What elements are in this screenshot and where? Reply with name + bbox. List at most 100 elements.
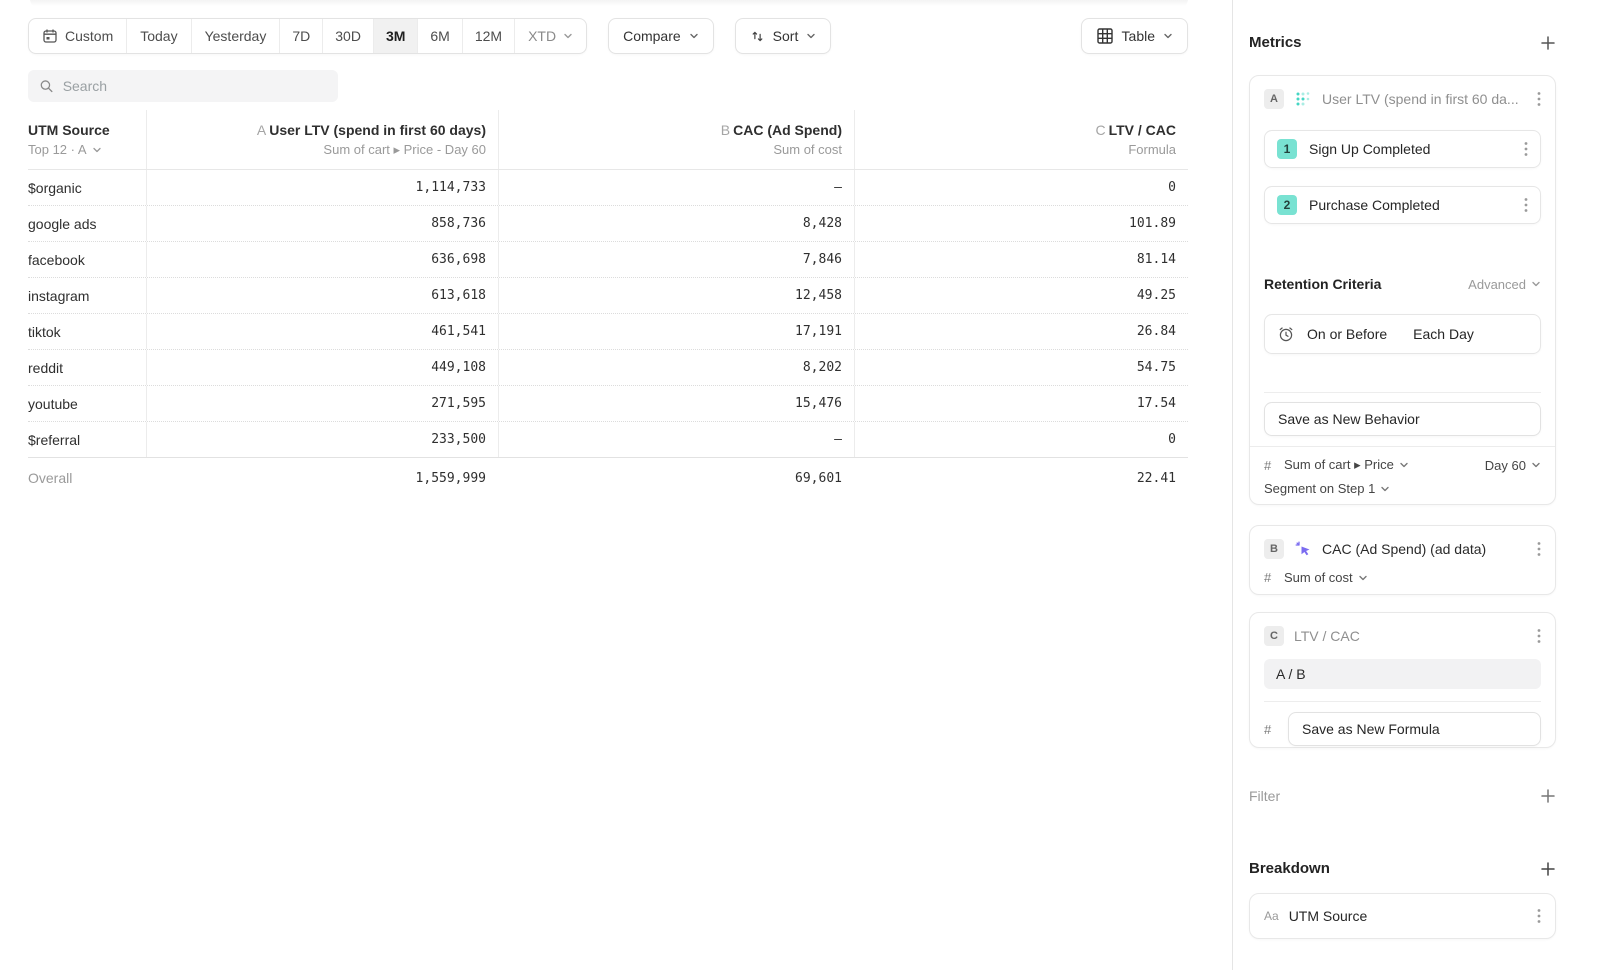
metric-letter-badge: C: [1264, 626, 1284, 646]
metrics-header: Metrics: [1249, 34, 1556, 51]
table-row[interactable]: instagram 613,618 12,458 49.25: [28, 278, 1188, 314]
table-row[interactable]: reddit 449,108 8,202 54.75: [28, 350, 1188, 386]
table-row[interactable]: $referral 233,500 – 0: [28, 422, 1188, 458]
table-grid-icon: [1096, 27, 1114, 45]
table-row[interactable]: youtube 271,595 15,476 17.54: [28, 386, 1188, 422]
text-type-icon: Aa: [1264, 909, 1279, 923]
kebab-menu-icon: [1537, 908, 1541, 924]
breakdown-table: UTM Source Top 12 · A AUser LTV (spend i…: [28, 110, 1188, 498]
number-type-icon: #: [1264, 570, 1276, 585]
search-box: [28, 70, 338, 102]
step-2-menu-button[interactable]: [1524, 197, 1528, 213]
view-type-button[interactable]: Table: [1081, 18, 1188, 54]
kebab-menu-icon: [1537, 91, 1541, 107]
range-tab-yesterday[interactable]: Yesterday: [191, 19, 280, 53]
add-breakdown-button[interactable]: [1540, 861, 1556, 877]
kebab-menu-icon: [1537, 541, 1541, 557]
number-type-icon: #: [1264, 722, 1276, 737]
retention-criteria-row: Retention Criteria Advanced: [1264, 276, 1541, 292]
table-row[interactable]: google ads 858,736 8,428 101.89: [28, 206, 1188, 242]
compare-button[interactable]: Compare: [608, 18, 714, 54]
criteria-frequency-dropdown[interactable]: Each Day: [1413, 326, 1474, 342]
metric-a-header[interactable]: A User LTV (spend in first 60 da...: [1264, 88, 1541, 110]
main-panel: Custom Today Yesterday 7D 30D 3M 6M 12M …: [0, 0, 1232, 970]
breakdown-menu-button[interactable]: [1537, 908, 1541, 924]
table-row[interactable]: tiktok 461,541 17,191 26.84: [28, 314, 1188, 350]
range-tab-custom[interactable]: Custom: [29, 19, 126, 53]
metric-c-card: C LTV / CAC A / B # Save as New Formula: [1249, 612, 1556, 748]
column-header-metric-a[interactable]: AUser LTV (spend in first 60 days) Sum o…: [146, 110, 498, 169]
sum-of-cost-dropdown[interactable]: Sum of cost: [1284, 570, 1368, 585]
metric-c-menu-button[interactable]: [1537, 628, 1541, 644]
divider: [1250, 446, 1555, 447]
range-tab-12m[interactable]: 12M: [462, 19, 514, 53]
behavior-dots-icon: [1294, 90, 1312, 108]
event-cursor-icon: [1294, 540, 1312, 558]
kebab-menu-icon: [1537, 628, 1541, 644]
plus-icon: [1540, 788, 1556, 804]
add-metric-button[interactable]: [1540, 35, 1556, 51]
table-row[interactable]: facebook 636,698 7,846 81.14: [28, 242, 1188, 278]
toolbar: Custom Today Yesterday 7D 30D 3M 6M 12M …: [28, 18, 831, 54]
save-as-new-behavior-button[interactable]: Save as New Behavior: [1264, 402, 1541, 436]
chevron-down-icon: [1380, 484, 1390, 494]
chevron-down-icon: [1531, 279, 1541, 289]
top-n-sort-control[interactable]: Top 12 · A: [28, 142, 102, 157]
chevron-down-icon: [92, 145, 102, 155]
step-1-sign-up-completed[interactable]: 1 Sign Up Completed: [1264, 130, 1541, 168]
metric-b-menu-button[interactable]: [1537, 541, 1541, 557]
column-header-utm-source: UTM Source Top 12 · A: [28, 110, 146, 169]
filter-section-header: Filter: [1249, 788, 1556, 804]
number-type-icon: #: [1264, 458, 1276, 473]
search-input[interactable]: [63, 78, 327, 94]
range-tab-6m[interactable]: 6M: [417, 19, 461, 53]
metrics-title: Metrics: [1249, 34, 1302, 51]
table-row[interactable]: $organic 1,114,733 – 0: [28, 170, 1188, 206]
formula-input[interactable]: A / B: [1264, 659, 1541, 689]
retention-criteria-setting[interactable]: On or Before Each Day: [1264, 314, 1541, 354]
chevron-down-icon: [1358, 573, 1368, 583]
range-tab-xtd[interactable]: XTD: [514, 19, 586, 53]
metric-b-header[interactable]: B CAC (Ad Spend) (ad data): [1264, 538, 1541, 560]
sort-button[interactable]: Sort: [735, 18, 832, 54]
plus-icon: [1540, 35, 1556, 51]
range-tab-today[interactable]: Today: [126, 19, 190, 53]
step-2-purchase-completed[interactable]: 2 Purchase Completed: [1264, 186, 1541, 224]
breakdown-section-header: Breakdown: [1249, 860, 1556, 877]
query-builder-sidebar: Metrics A User LTV (spend in first 60 da…: [1232, 0, 1600, 970]
retention-criteria-label: Retention Criteria: [1264, 276, 1381, 292]
metric-a-menu-button[interactable]: [1537, 91, 1541, 107]
aggregation-row: # Sum of cart ▸ Price Day 60: [1264, 457, 1541, 473]
metric-c-header[interactable]: C LTV / CAC: [1264, 625, 1541, 647]
criteria-when-dropdown[interactable]: On or Before: [1307, 326, 1387, 342]
range-tab-30d[interactable]: 30D: [322, 19, 373, 53]
range-tab-3m-selected[interactable]: 3M: [373, 19, 417, 53]
chevron-down-icon: [1531, 460, 1541, 470]
kebab-menu-icon: [1524, 197, 1528, 213]
segment-row: Segment on Step 1: [1264, 481, 1541, 496]
day-window-dropdown[interactable]: Day 60: [1485, 458, 1541, 473]
formula-save-row: # Save as New Formula: [1264, 712, 1541, 746]
chevron-down-icon: [563, 31, 573, 41]
table-overall-row: Overall 1,559,999 69,601 22.41: [28, 458, 1188, 498]
save-as-new-formula-button[interactable]: Save as New Formula: [1288, 712, 1541, 746]
aggregation-dropdown[interactable]: Sum of cart ▸ Price: [1284, 457, 1409, 473]
advanced-dropdown[interactable]: Advanced: [1468, 277, 1541, 292]
column-header-metric-c[interactable]: CLTV / CAC Formula: [854, 110, 1188, 169]
range-tab-label: Custom: [65, 28, 113, 44]
range-tab-7d[interactable]: 7D: [279, 19, 322, 53]
chevron-down-icon: [806, 31, 816, 41]
divider: [1264, 701, 1541, 702]
metric-letter-badge: A: [1264, 89, 1284, 109]
column-header-metric-b[interactable]: BCAC (Ad Spend) Sum of cost: [498, 110, 854, 169]
alarm-clock-icon: [1277, 325, 1295, 343]
aggregation-row: # Sum of cost: [1264, 570, 1541, 585]
step-1-menu-button[interactable]: [1524, 141, 1528, 157]
metric-b-title: CAC (Ad Spend) (ad data): [1322, 541, 1527, 557]
metric-b-card: B CAC (Ad Spend) (ad data) # Sum of cost: [1249, 525, 1556, 595]
breakdown-utm-source-card[interactable]: Aa UTM Source: [1249, 893, 1556, 939]
add-filter-button[interactable]: [1540, 788, 1556, 804]
table-header-row: UTM Source Top 12 · A AUser LTV (spend i…: [28, 110, 1188, 170]
segment-on-step-dropdown[interactable]: Segment on Step 1: [1264, 481, 1390, 496]
search-icon: [39, 78, 54, 94]
